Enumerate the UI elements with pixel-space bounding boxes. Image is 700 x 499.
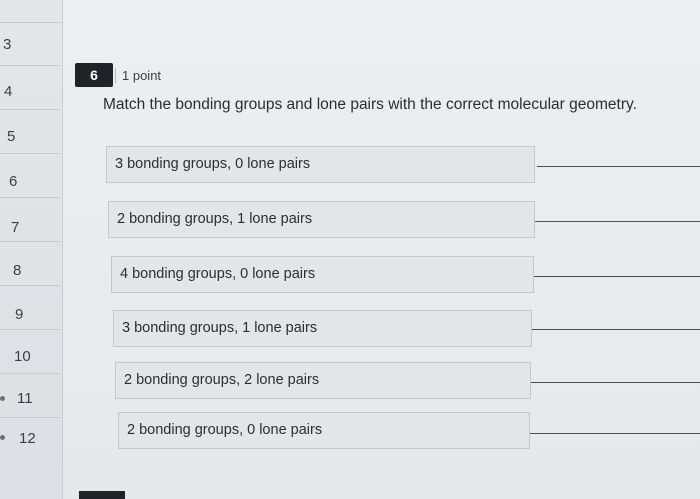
answer-drop-line[interactable] xyxy=(530,433,700,434)
question-points: 1 point xyxy=(115,68,161,83)
nav-item-number: 6 xyxy=(9,173,18,190)
match-item[interactable]: 2 bonding groups, 1 lone pairs xyxy=(108,201,535,238)
nav-item-10[interactable]: 10 xyxy=(0,330,60,374)
nav-item-3[interactable]: 3 xyxy=(0,22,60,66)
nav-item-12[interactable]: 12 xyxy=(0,418,60,462)
nav-item-number: 4 xyxy=(4,83,13,100)
nav-item-number: 10 xyxy=(14,348,31,365)
answer-drop-line[interactable] xyxy=(535,221,700,222)
question-prompt: Match the bonding groups and lone pairs … xyxy=(103,96,637,113)
match-item[interactable]: 2 bonding groups, 0 lone pairs xyxy=(118,412,530,449)
nav-item-number: 9 xyxy=(15,306,24,323)
nav-item-number: 5 xyxy=(7,128,16,145)
nav-item-number: 12 xyxy=(19,430,36,447)
match-item[interactable]: 3 bonding groups, 0 lone pairs xyxy=(106,146,535,183)
match-item[interactable]: 3 bonding groups, 1 lone pairs xyxy=(113,310,532,347)
answer-drop-line[interactable] xyxy=(534,276,700,277)
nav-item-5[interactable]: 5 xyxy=(0,110,60,154)
match-item[interactable]: 4 bonding groups, 0 lone pairs xyxy=(111,256,534,293)
nav-item-number: 8 xyxy=(13,262,22,279)
answered-dot-icon xyxy=(0,396,5,401)
nav-item-number: 7 xyxy=(11,219,20,236)
nav-item-number: 11 xyxy=(17,390,33,407)
answer-drop-line[interactable] xyxy=(537,166,700,167)
answer-drop-line[interactable] xyxy=(532,329,700,330)
question-panel: 6 1 point Match the bonding groups and l… xyxy=(63,0,700,499)
bottom-button-edge[interactable] xyxy=(79,491,125,499)
nav-item-11[interactable]: 11 xyxy=(0,374,60,418)
navigator-top-strip xyxy=(0,0,62,23)
nav-item-6[interactable]: 6 xyxy=(0,154,60,198)
answered-dot-icon xyxy=(0,435,5,440)
nav-item-4[interactable]: 4 xyxy=(0,66,60,110)
answer-drop-line[interactable] xyxy=(531,382,700,383)
question-navigator: 3 4 5 6 7 8 9 10 11 12 xyxy=(0,0,63,499)
nav-item-number: 3 xyxy=(3,36,12,53)
nav-item-8[interactable]: 8 xyxy=(0,242,60,286)
match-item[interactable]: 2 bonding groups, 2 lone pairs xyxy=(115,362,531,399)
question-number-badge: 6 xyxy=(75,63,113,87)
nav-item-9[interactable]: 9 xyxy=(0,286,60,330)
nav-item-7[interactable]: 7 xyxy=(0,198,60,242)
